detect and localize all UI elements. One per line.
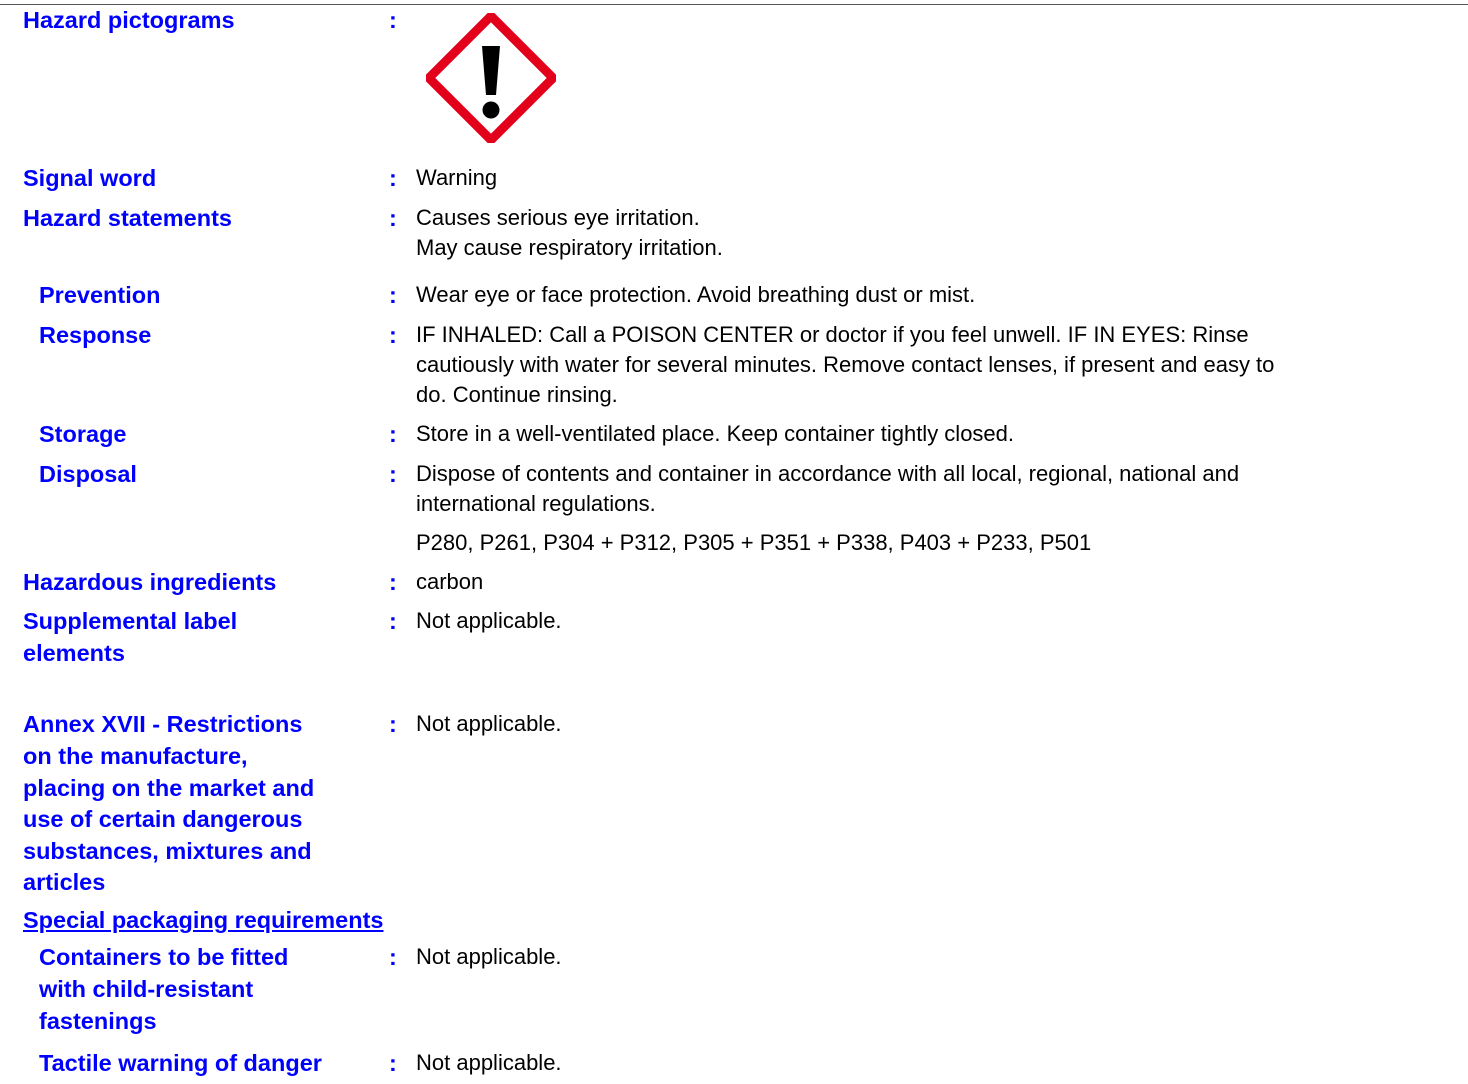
special-packaging-heading: Special packaging requirements (23, 907, 384, 933)
hazardous-ingredients-value: carbon (416, 569, 484, 594)
hazard-statements-label: Hazard statements (23, 205, 232, 231)
storage-value: Store in a well-ventilated place. Keep c… (416, 421, 1015, 446)
separator: : (389, 608, 397, 634)
child-resistant-value: Not applicable. (416, 944, 562, 969)
storage-label: Storage (39, 421, 127, 447)
separator: : (389, 1050, 397, 1076)
response-line: do. Continue rinsing. (416, 382, 618, 407)
supplemental-label-line: Supplemental label (23, 608, 238, 634)
separator: : (389, 711, 397, 737)
hazard-statement-line: May cause respiratory irritation. (416, 235, 723, 260)
annex-value: Not applicable. (416, 711, 562, 736)
hazardous-ingredients-label: Hazardous ingredients (23, 569, 277, 595)
child-resistant-label-line: Containers to be fitted (39, 944, 289, 970)
child-resistant-label-line: with child-resistant (39, 976, 254, 1002)
separator: : (389, 461, 397, 487)
separator: : (389, 165, 397, 191)
separator: : (389, 205, 397, 231)
response-line: cautiously with water for several minute… (416, 352, 1275, 377)
signal-word-label: Signal word (23, 165, 157, 191)
response-label: Response (39, 322, 152, 348)
supplemental-label-line: elements (23, 640, 125, 666)
annex-label-line: articles (23, 869, 106, 895)
response-line: IF INHALED: Call a POISON CENTER or doct… (416, 322, 1249, 347)
annex-label-line: use of certain dangerous (23, 806, 303, 832)
separator: : (389, 282, 397, 308)
child-resistant-label-line: fastenings (39, 1008, 157, 1034)
disposal-label: Disposal (39, 461, 137, 487)
tactile-warning-value: Not applicable. (416, 1050, 562, 1075)
prevention-label: Prevention (39, 282, 161, 308)
separator: : (389, 421, 397, 447)
annex-label-line: placing on the market and (23, 775, 315, 801)
hazard-statement-line: Causes serious eye irritation. (416, 205, 700, 230)
annex-label-line: Annex XVII - Restrictions (23, 711, 303, 737)
separator: : (389, 322, 397, 348)
disposal-line: Dispose of contents and container in acc… (416, 461, 1240, 486)
supplemental-value: Not applicable. (416, 608, 562, 633)
hazard-pictograms-label: Hazard pictograms (23, 7, 235, 33)
separator: : (389, 944, 397, 970)
tactile-warning-label: Tactile warning of danger (39, 1050, 322, 1076)
separator: : (389, 7, 397, 33)
disposal-line: international regulations. (416, 491, 656, 516)
separator: : (389, 569, 397, 595)
signal-word-value: Warning (416, 165, 498, 190)
prevention-value: Wear eye or face protection. Avoid breat… (416, 282, 976, 307)
annex-label-line: substances, mixtures and (23, 838, 312, 864)
annex-label-line: on the manufacture, (23, 743, 248, 769)
precautionary-codes: P280, P261, P304 + P312, P305 + P351 + P… (416, 530, 1092, 555)
exclamation-mark-icon (426, 13, 556, 143)
